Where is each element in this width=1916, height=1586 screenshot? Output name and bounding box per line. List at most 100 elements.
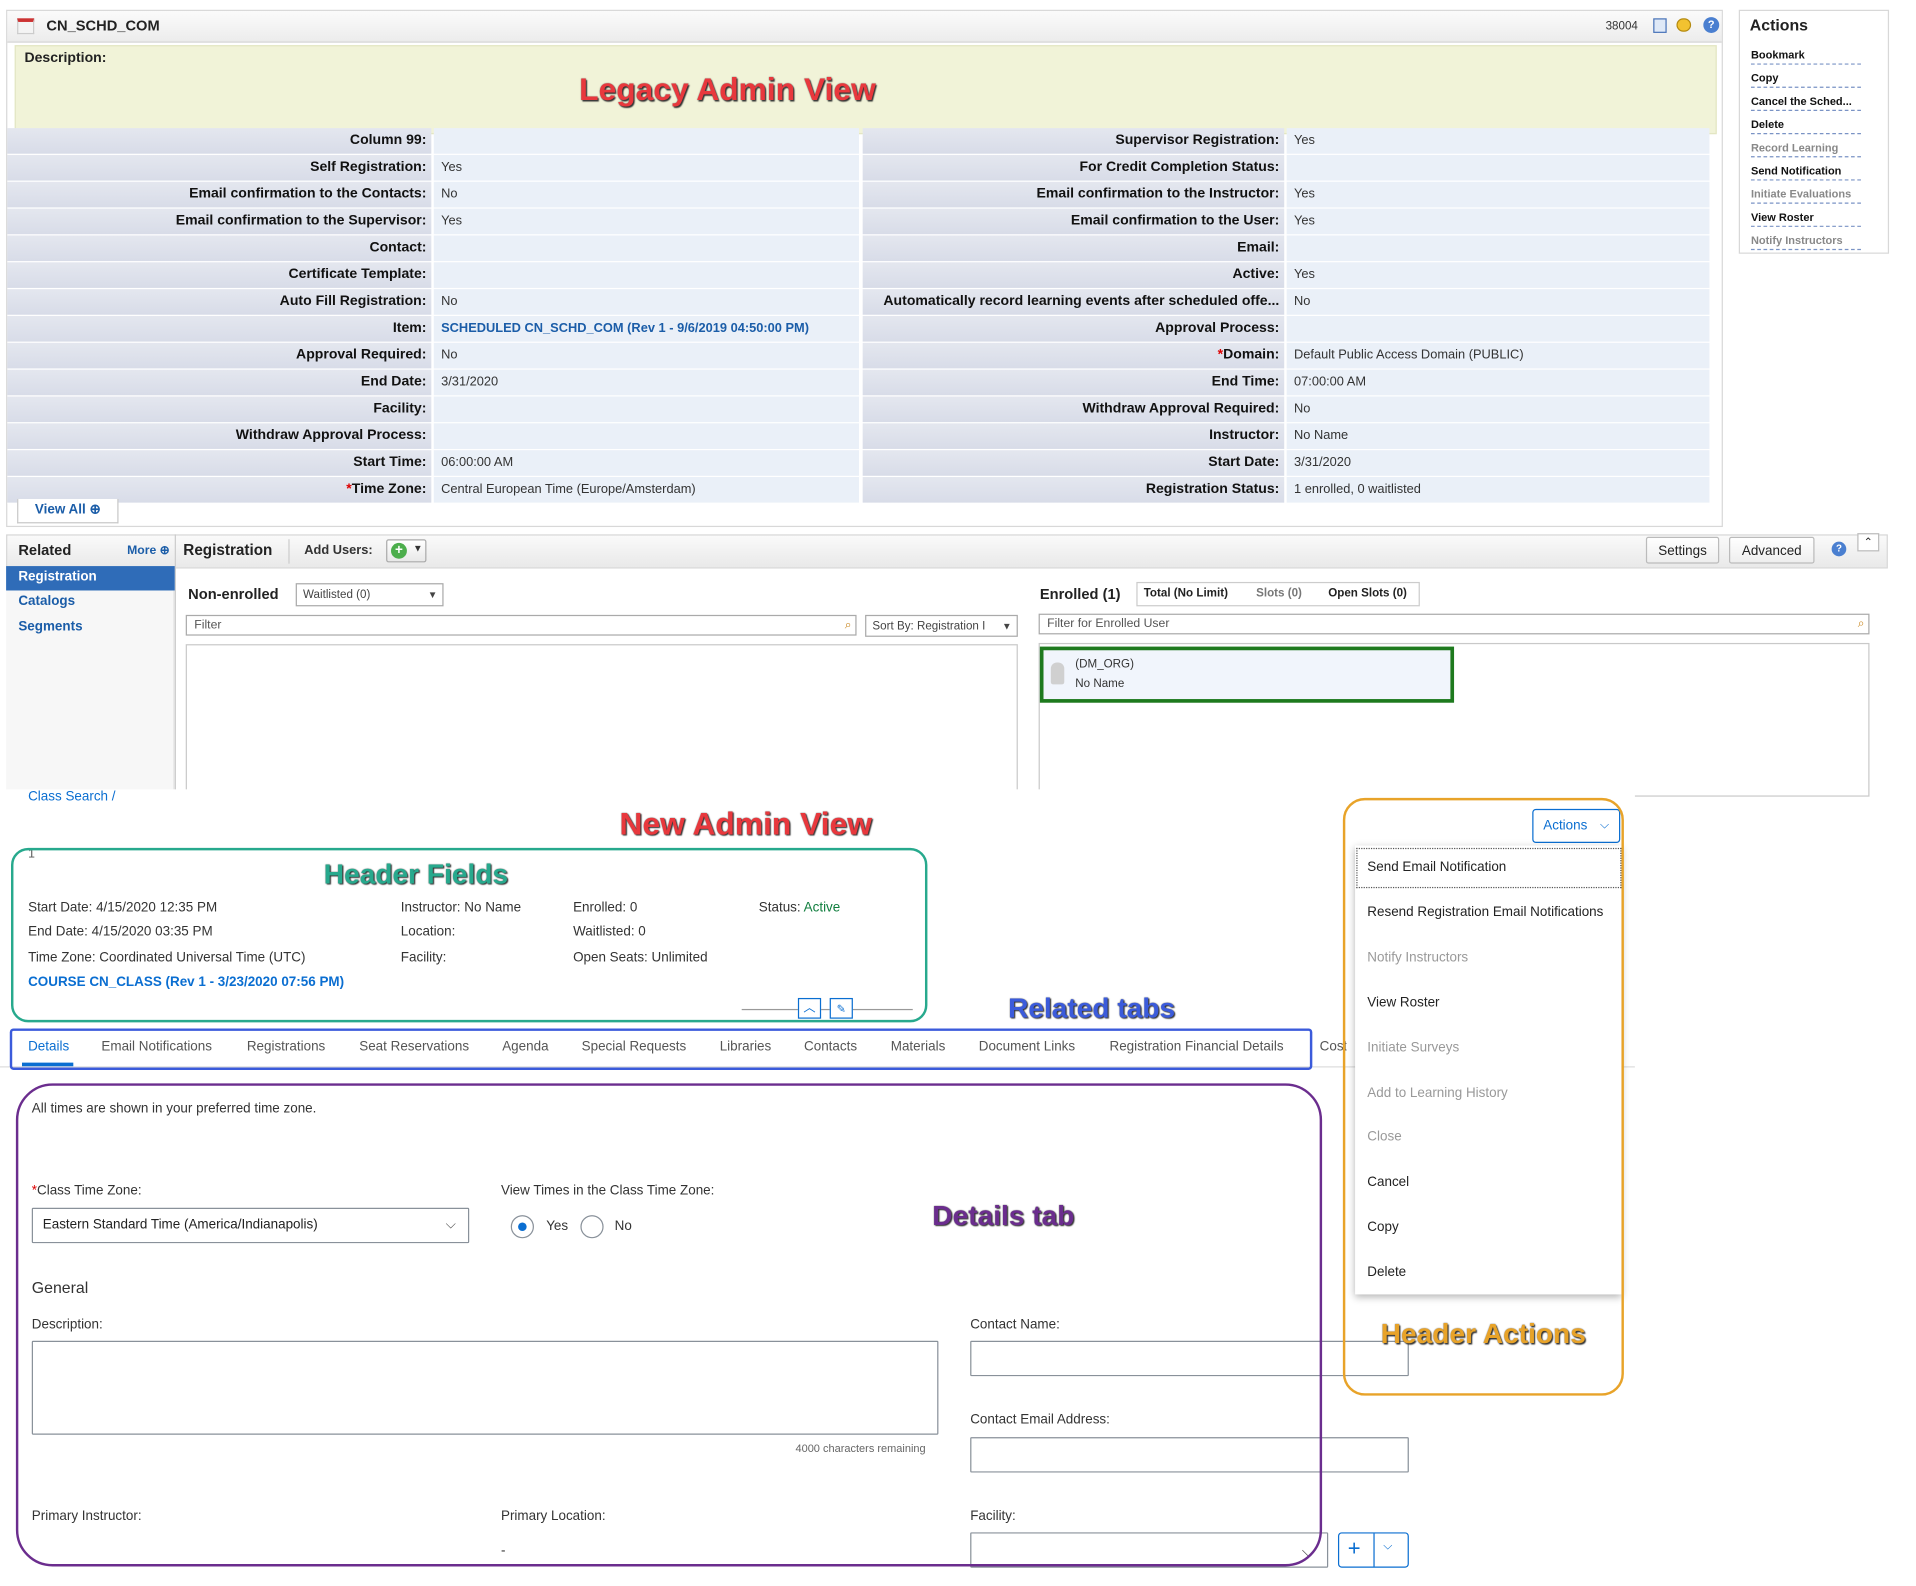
actions-title: Actions — [1749, 15, 1809, 35]
legacy-right-label: Start Date: — [862, 450, 1285, 476]
breadcrumb[interactable]: Class Search / — [28, 789, 115, 804]
waitlisted-select[interactable]: Waitlisted (0) ▼ — [295, 583, 444, 607]
legacy-right-value: Yes — [1286, 262, 1710, 288]
filter-placeholder: Filter — [194, 618, 222, 632]
annotation-header-actions: Header Actions — [1380, 1317, 1586, 1350]
legacy-left-value: No — [433, 181, 859, 208]
legacy-field-row: Contact: Email: — [7, 235, 1710, 263]
open-slots-label: Open Slots (0) — [1328, 586, 1407, 601]
legacy-right-value: No Name — [1286, 423, 1710, 449]
legacy-action-item[interactable]: Bookmark — [1750, 49, 1861, 65]
legacy-right-label: Approval Process: — [862, 315, 1285, 342]
legacy-header-bar: CN_SCHD_COM 38004 ? — [7, 10, 1722, 43]
enrolled-user-card[interactable]: (DM_ORG) No Name — [1039, 646, 1455, 703]
legacy-left-label: Auto Fill Registration: — [7, 289, 432, 315]
sort-by-select[interactable]: Sort By: Registration I ▼ — [865, 614, 1018, 637]
legacy-action-item[interactable]: View Roster — [1750, 211, 1861, 227]
legacy-left-label-text: Email confirmation to the Contacts: — [189, 186, 427, 202]
advanced-button[interactable]: Advanced — [1728, 536, 1815, 564]
legacy-right-value — [1286, 154, 1710, 181]
legacy-right-value-text: 07:00:00 AM — [1293, 374, 1367, 390]
sort-by-value: Sort By: Registration I — [872, 619, 986, 634]
legacy-field-row: Certificate Template: Active: Yes — [7, 262, 1710, 290]
legacy-left-label: Contact: — [7, 235, 432, 262]
legacy-left-label-text: End Date: — [360, 374, 427, 390]
legacy-action-item[interactable]: Delete — [1750, 118, 1861, 135]
legacy-right-value — [1286, 235, 1710, 262]
collapse-icon[interactable]: ⌃ — [1857, 533, 1880, 552]
legacy-right-label: End Time: — [862, 369, 1285, 396]
legacy-left-label-text: Contact: — [369, 240, 427, 255]
user-name: No Name — [1075, 677, 1125, 691]
settings-button[interactable]: Settings — [1645, 536, 1720, 564]
related-item-catalogs[interactable]: Catalogs — [18, 594, 75, 609]
legacy-right-label-text: Automatically record learning events aft… — [883, 294, 1280, 309]
non-enrolled-filter[interactable]: Filter ⌕ — [185, 614, 857, 636]
legacy-left-value — [433, 262, 859, 288]
details-icon[interactable] — [1653, 18, 1667, 33]
help-icon[interactable]: ? — [1831, 541, 1847, 557]
legacy-right-label-text: Domain: — [1223, 347, 1280, 363]
non-enrolled-list[interactable] — [185, 644, 1018, 797]
divider — [288, 539, 290, 564]
legacy-left-label: Withdraw Approval Process: — [7, 423, 432, 449]
record-id: 38004 — [1605, 19, 1638, 33]
legacy-action-item[interactable]: Send Notification — [1750, 165, 1861, 181]
arrow-circle-icon: ⊕ — [89, 502, 101, 518]
non-enrolled-label: Non-enrolled — [188, 585, 279, 603]
legacy-right-value-text: Yes — [1293, 132, 1315, 148]
legacy-left-value — [433, 235, 859, 262]
view-all-link[interactable]: View All ⊕ — [17, 498, 119, 524]
user-avatar-icon — [1050, 662, 1065, 685]
legacy-field-row: *Time Zone: Central European Time (Europe… — [7, 477, 1710, 504]
legacy-left-label-text: Certificate Template: — [288, 267, 427, 282]
chevron-down-icon: ▼ — [1002, 620, 1012, 632]
search-icon: ⌕ — [1857, 617, 1865, 631]
enrolled-filter[interactable]: Filter for Enrolled User ⌕ — [1038, 613, 1870, 635]
legacy-left-value: No — [433, 342, 859, 369]
legacy-left-value: 06:00:00 AM — [433, 450, 859, 476]
legacy-left-label: Facility: — [7, 396, 432, 423]
legacy-right-label: Email confirmation to the User: — [862, 208, 1285, 235]
related-item-segments[interactable]: Segments — [18, 620, 82, 635]
dropdown-arrow-icon: ▼ — [413, 542, 423, 554]
related-more-link[interactable]: More ⊕ — [127, 544, 170, 557]
total-label: Total (No Limit) — [1143, 586, 1228, 601]
help-icon[interactable]: ? — [1703, 17, 1720, 33]
legacy-right-label-text: End Time: — [1211, 374, 1280, 390]
related-item-registration-label[interactable]: Registration — [18, 570, 96, 585]
legacy-right-label-text: Email: — [1237, 240, 1280, 255]
annotation-header-fields: Header Fields — [323, 857, 509, 890]
legacy-left-label-text: Email confirmation to the Supervisor: — [175, 213, 427, 229]
annotation-related-tabs: Related tabs — [1008, 991, 1176, 1024]
add-facility-button[interactable]: + ⌵ — [1337, 1532, 1409, 1568]
add-user-button[interactable]: + ▼ — [386, 539, 427, 563]
legacy-right-value-text: No Name — [1293, 428, 1349, 443]
registration-section-title: Registration — [183, 541, 273, 559]
legacy-left-value[interactable]: SCHEDULED CN_SCHD_COM (Rev 1 - 9/6/2019 … — [433, 315, 859, 342]
legacy-left-label-text: Auto Fill Registration: — [279, 294, 427, 309]
legacy-right-value: No — [1286, 289, 1710, 315]
legacy-left-label-text: Column 99: — [349, 132, 427, 148]
legacy-right-label: Registration Status: — [862, 477, 1285, 503]
legacy-left-label-text: Facility: — [373, 401, 427, 417]
legacy-field-row: End Date: 3/31/2020 End Time: 07:00:00 AM — [7, 369, 1710, 397]
legacy-left-value: Central European Time (Europe/Amsterdam) — [433, 477, 859, 503]
legacy-left-value: No — [433, 289, 859, 315]
comment-icon[interactable] — [1676, 18, 1692, 32]
legacy-right-value: Yes — [1286, 128, 1710, 154]
legacy-left-value-text: No — [441, 294, 458, 309]
legacy-right-value: 07:00:00 AM — [1286, 369, 1710, 396]
legacy-left-label-text: Withdraw Approval Process: — [235, 428, 427, 443]
legacy-action-item[interactable]: Copy — [1750, 72, 1861, 88]
legacy-right-value — [1286, 315, 1710, 342]
chevron-down-icon: ⌵ — [1383, 1539, 1393, 1554]
legacy-left-value: 3/31/2020 — [433, 369, 859, 396]
annotation-legacy-admin-view: Legacy Admin View — [579, 70, 876, 108]
view-all-label: View All — [34, 502, 86, 518]
legacy-right-value: No — [1286, 396, 1710, 423]
legacy-left-value — [433, 396, 859, 423]
legacy-right-label: Automatically record learning events aft… — [862, 289, 1285, 315]
legacy-action-item[interactable]: Cancel the Sched... — [1750, 95, 1861, 112]
legacy-left-value-text: Central European Time (Europe/Amsterdam) — [441, 481, 696, 497]
